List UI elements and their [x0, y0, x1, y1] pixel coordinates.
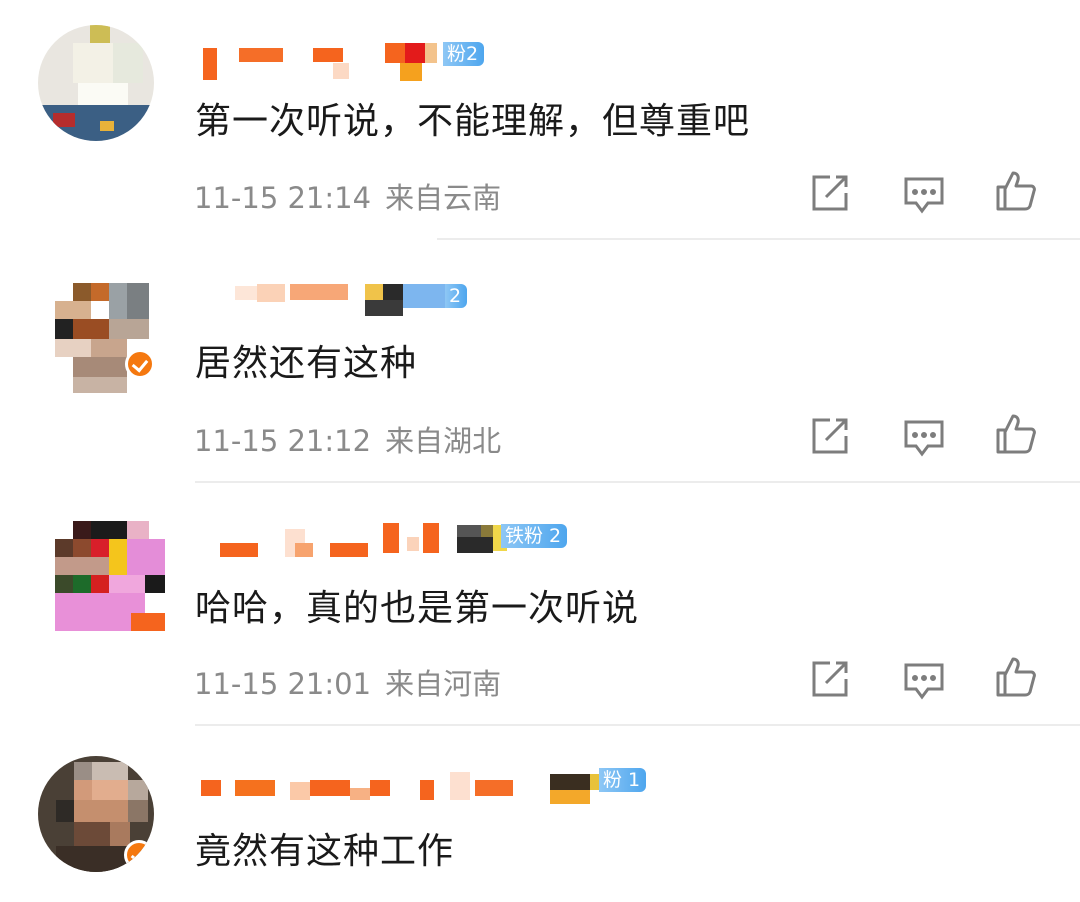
- comment-meta: 11-15 21:01 来自河南: [194, 661, 501, 703]
- username-redacted[interactable]: 粉2: [195, 42, 495, 83]
- comment-item: 粉 1 竟然有这种工作: [0, 726, 1080, 902]
- verified-badge-icon: [125, 349, 155, 379]
- avatar[interactable]: [55, 521, 165, 631]
- share-icon[interactable]: [808, 657, 852, 701]
- avatar[interactable]: [38, 756, 154, 872]
- comment-item: 铁粉 2 哈哈，真的也是第一次听说 11-15 21:01 来自河南: [0, 483, 1080, 726]
- username-redacted[interactable]: 2: [195, 280, 495, 320]
- comment-time: 11-15 21:14: [194, 181, 372, 215]
- comment-text: 第一次听说，不能理解，但尊重吧: [195, 101, 751, 142]
- comment-icon[interactable]: [902, 416, 946, 460]
- like-icon[interactable]: [994, 412, 1038, 456]
- share-icon[interactable]: [808, 414, 852, 458]
- comment-location: 来自河南: [385, 667, 502, 701]
- comment-location: 来自云南: [385, 181, 502, 215]
- username-redacted[interactable]: 粉 1: [195, 768, 665, 808]
- comment-list: 粉2 第一次听说，不能理解，但尊重吧 11-15 21:14 来自云南 2 居然…: [0, 0, 1080, 902]
- comment-item: 粉2 第一次听说，不能理解，但尊重吧 11-15 21:14 来自云南: [0, 0, 1080, 240]
- comment-time: 11-15 21:01: [194, 667, 372, 701]
- like-icon[interactable]: [994, 169, 1038, 213]
- avatar[interactable]: [55, 283, 165, 393]
- username-redacted[interactable]: 铁粉 2: [195, 521, 575, 561]
- fan-badge: 粉2: [443, 42, 485, 66]
- avatar[interactable]: [38, 25, 154, 141]
- like-icon[interactable]: [994, 655, 1038, 699]
- comment-text: 哈哈，真的也是第一次听说: [195, 588, 640, 629]
- comment-location: 来自湖北: [385, 424, 502, 458]
- fan-badge: 2: [445, 284, 468, 308]
- comment-icon[interactable]: [902, 173, 946, 217]
- comment-meta: 11-15 21:14 来自云南: [194, 175, 501, 217]
- verified-badge-icon: [124, 840, 154, 870]
- comment-meta: 11-15 21:12 来自湖北: [194, 418, 501, 460]
- fan-badge: 粉 1: [599, 768, 647, 792]
- comment-item: 2 居然还有这种 11-15 21:12 来自湖北: [0, 240, 1080, 483]
- share-icon[interactable]: [808, 171, 852, 215]
- comment-text: 居然还有这种: [195, 343, 418, 384]
- fan-badge: 铁粉 2: [501, 524, 568, 548]
- comment-text: 竟然有这种工作: [195, 831, 455, 872]
- comment-time: 11-15 21:12: [194, 424, 372, 458]
- comment-icon[interactable]: [902, 659, 946, 703]
